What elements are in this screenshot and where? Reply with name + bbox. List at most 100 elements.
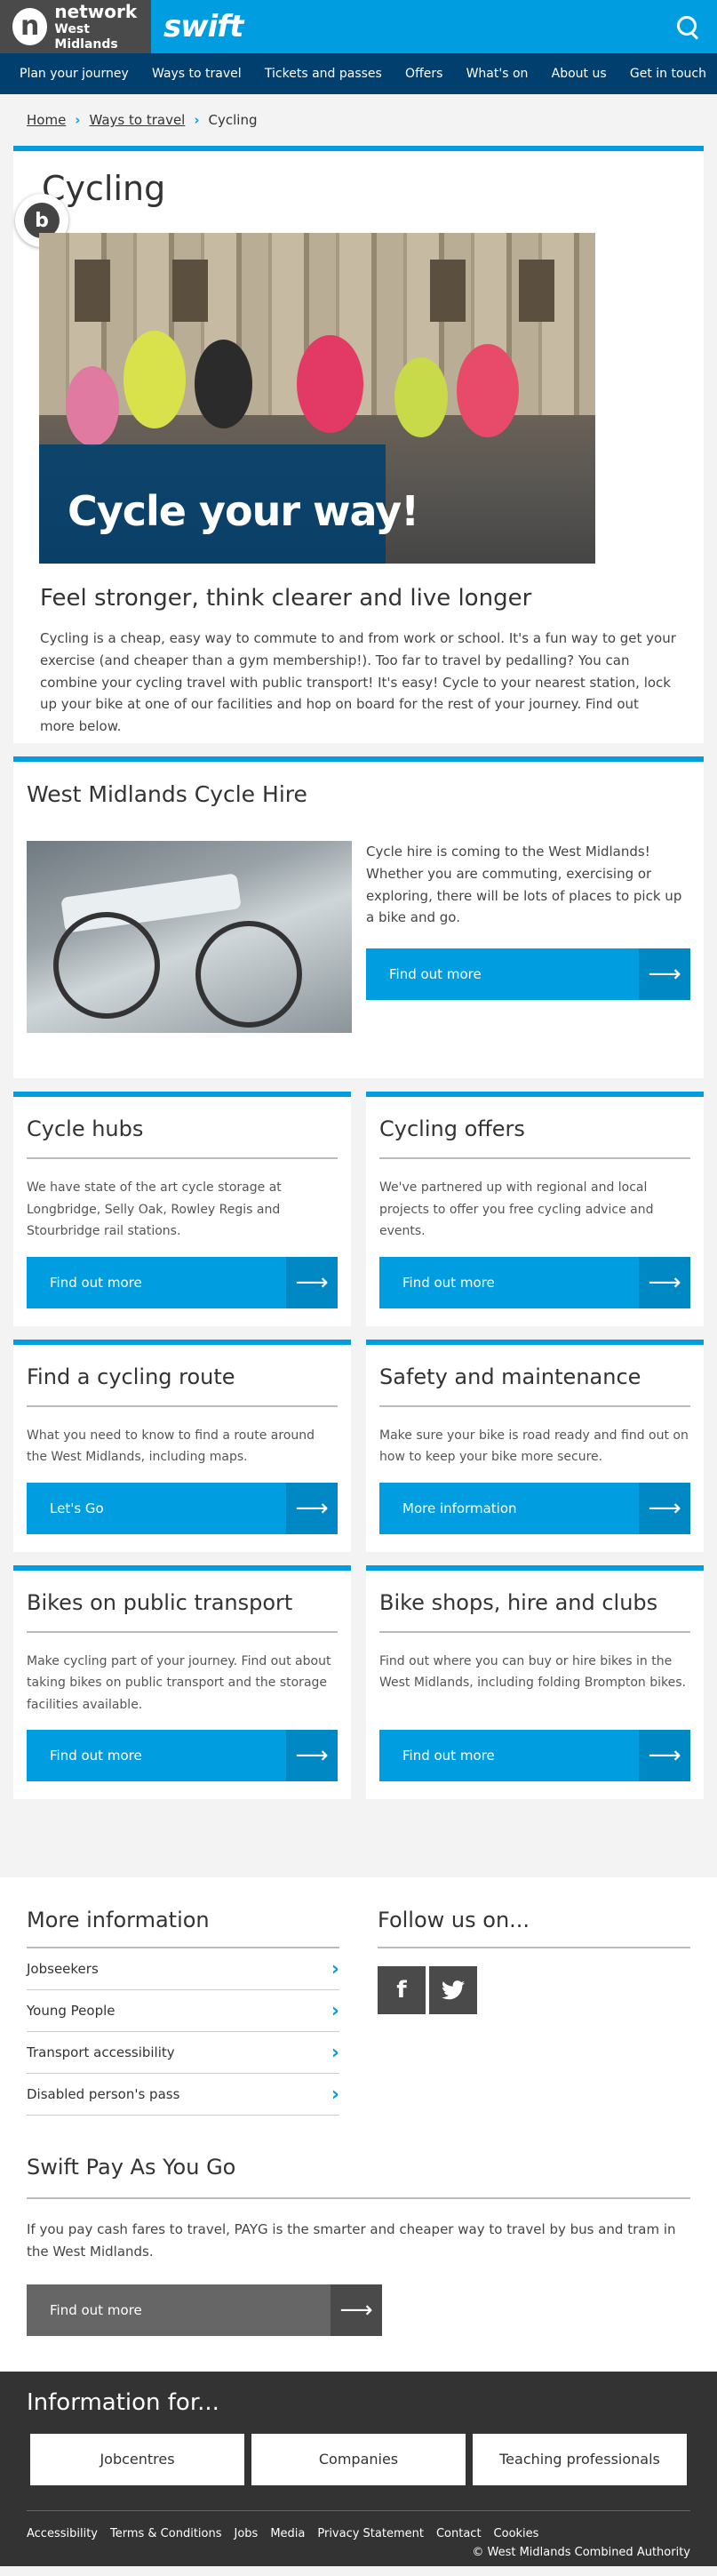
breadcrumb-home[interactable]: Home (27, 112, 66, 128)
button-label: Find out more (402, 1748, 495, 1764)
cycle-hire-text: Cycle hire is coming to the West Midland… (366, 841, 690, 1033)
swift-logo[interactable]: swift (163, 9, 243, 44)
link-label: Transport accessibility (27, 2044, 175, 2060)
arrow-right-icon: ⟶ (639, 1482, 690, 1534)
button-label: Let's Go (50, 1500, 104, 1516)
tile-find-a-cycling-route: Find a cycling route What you need to kn… (13, 1339, 351, 1552)
tile-cycling-offers: Cycling offers We've partnered up with r… (366, 1092, 704, 1326)
bike-wheel (195, 921, 302, 1028)
arrow-right-icon: ⟶ (639, 1730, 690, 1781)
cycling-route-button[interactable]: Let's Go ⟶ (27, 1482, 338, 1534)
twitter-bird-icon (442, 1980, 465, 2000)
tile-cycle-hubs: Cycle hubs We have state of the art cycl… (13, 1092, 351, 1326)
more-info-list: Jobseekers › Young People › Transport acce… (27, 1948, 339, 2116)
arrow-right-icon: ⟶ (286, 1730, 338, 1781)
chevron-right-icon: › (331, 1957, 339, 1980)
tile-title: Cycling offers (379, 1116, 690, 1159)
chevron-right-icon: › (194, 112, 200, 128)
hero-rider (66, 366, 119, 446)
footer-link-media[interactable]: Media (270, 2527, 305, 2540)
more-info-link-young-people[interactable]: Young People › (27, 1990, 339, 2032)
main-nav: Plan your journey Ways to travel Tickets… (0, 53, 717, 94)
footer-link-contact[interactable]: Contact (436, 2527, 482, 2540)
payg-title: Swift Pay As You Go (27, 2155, 690, 2199)
hero-image: Cycle your way! (39, 233, 595, 564)
more-info-column: More information Jobseekers › Young Peopl… (27, 1908, 339, 2116)
cycle-hire-image (27, 841, 352, 1033)
info-link-teaching-professionals[interactable]: Teaching professionals (473, 2433, 687, 2485)
search-icon[interactable] (674, 13, 701, 40)
tile-bikes-on-public-transport: Bikes on public transport Make cycling p… (13, 1564, 351, 1799)
more-info-link-jobseekers[interactable]: Jobseekers › (27, 1948, 339, 1990)
nav-tickets-and-passes[interactable]: Tickets and passes (265, 67, 382, 81)
arrow-right-icon: ⟶ (639, 948, 690, 1000)
button-label: Find out more (50, 1274, 142, 1291)
nav-about-us[interactable]: About us (552, 67, 607, 81)
hero-window (172, 260, 208, 322)
nav-offers[interactable]: Offers (405, 67, 442, 81)
hero-rider (394, 357, 448, 437)
tile-title: Find a cycling route (27, 1364, 338, 1407)
tile-title: Bikes on public transport (27, 1590, 338, 1633)
tile-title: Safety and maintenance (379, 1364, 690, 1407)
information-for-title: Information for... (27, 2388, 219, 2416)
nav-ways-to-travel[interactable]: Ways to travel (152, 67, 242, 81)
network-west-midlands-logo[interactable]: n network West Midlands (0, 0, 151, 53)
nav-whats-on[interactable]: What's on (466, 67, 529, 81)
bike-wheel (53, 912, 160, 1019)
cycling-tiles: Cycle hubs We have state of the art cycl… (13, 1092, 704, 1799)
more-info-link-transport-accessibility[interactable]: Transport accessibility › (27, 2032, 339, 2074)
link-label: Young People (27, 2003, 116, 2019)
breadcrumb: Home › Ways to travel › Cycling (0, 94, 717, 146)
hero-window (430, 260, 466, 322)
link-label: Jobseekers (27, 1961, 99, 1977)
arrow-right-icon: ⟶ (286, 1482, 338, 1534)
intro-subtitle: Feel stronger, think clearer and live lo… (40, 585, 532, 612)
tile-body: Make sure your bike is road ready and fi… (379, 1428, 689, 1465)
info-link-jobcentres[interactable]: Jobcentres (30, 2433, 244, 2485)
button-label: Find out more (402, 1274, 495, 1291)
footer-link-cookies[interactable]: Cookies (494, 2527, 539, 2540)
cycle-hire-find-out-more-button[interactable]: Find out more ⟶ (366, 948, 690, 1000)
hero-rider (457, 344, 519, 437)
arrow-right-icon: ⟶ (639, 1256, 690, 1308)
link-label: Disabled person's pass (27, 2086, 180, 2102)
bikes-public-transport-button[interactable]: Find out more ⟶ (27, 1730, 338, 1781)
cycle-hire-body: Cycle hire is coming to the West Midland… (366, 844, 682, 926)
footer-link-terms[interactable]: Terms & Conditions (110, 2527, 222, 2540)
nav-get-in-touch[interactable]: Get in touch (630, 67, 706, 81)
cycle-hubs-button[interactable]: Find out more ⟶ (27, 1256, 338, 1308)
site-header: n network West Midlands swift (0, 0, 717, 53)
payg-body: If you pay cash fares to travel, PAYG is… (27, 2221, 676, 2260)
footer-link-jobs[interactable]: Jobs (235, 2527, 259, 2540)
button-label: Find out more (50, 2301, 142, 2318)
chevron-right-icon: › (331, 2083, 339, 2106)
button-label: Find out more (50, 1748, 142, 1764)
more-info-row: More information Jobseekers › Young Peopl… (27, 1908, 690, 2116)
tile-title: Bike shops, hire and clubs (379, 1590, 690, 1633)
cycle-hire-title: West Midlands Cycle Hire (27, 781, 307, 807)
tile-title: Cycle hubs (27, 1116, 338, 1159)
bike-shops-button[interactable]: Find out more ⟶ (379, 1730, 690, 1781)
twitter-icon[interactable] (429, 1966, 477, 2014)
tile-body: We've partnered up with regional and loc… (379, 1180, 654, 1238)
hero-window (75, 260, 110, 322)
nav-plan-your-journey[interactable]: Plan your journey (20, 67, 129, 81)
facebook-icon[interactable]: f (378, 1966, 426, 2014)
intro-body: Cycling is a cheap, easy way to commute … (40, 630, 676, 734)
info-link-companies[interactable]: Companies (251, 2433, 466, 2485)
brand-line-2: West Midlands (54, 21, 118, 52)
cycling-offers-button[interactable]: Find out more ⟶ (379, 1256, 690, 1308)
more-info-link-disabled-persons-pass[interactable]: Disabled person's pass › (27, 2074, 339, 2116)
breadcrumb-ways-to-travel[interactable]: Ways to travel (89, 112, 185, 128)
follow-us-column: Follow us on... f (378, 1908, 690, 2116)
safety-maintenance-button[interactable]: More information ⟶ (379, 1482, 690, 1534)
chevron-right-icon: › (75, 112, 81, 128)
chevron-right-icon: › (331, 2041, 339, 2064)
footer-link-privacy[interactable]: Privacy Statement (317, 2527, 424, 2540)
brand-text: network West Midlands (54, 2, 151, 52)
site-footer: Information for... Jobcentres Companies … (0, 2371, 717, 2566)
payg-find-out-more-button[interactable]: Find out more ⟶ (27, 2284, 382, 2336)
footer-link-accessibility[interactable]: Accessibility (27, 2527, 98, 2540)
